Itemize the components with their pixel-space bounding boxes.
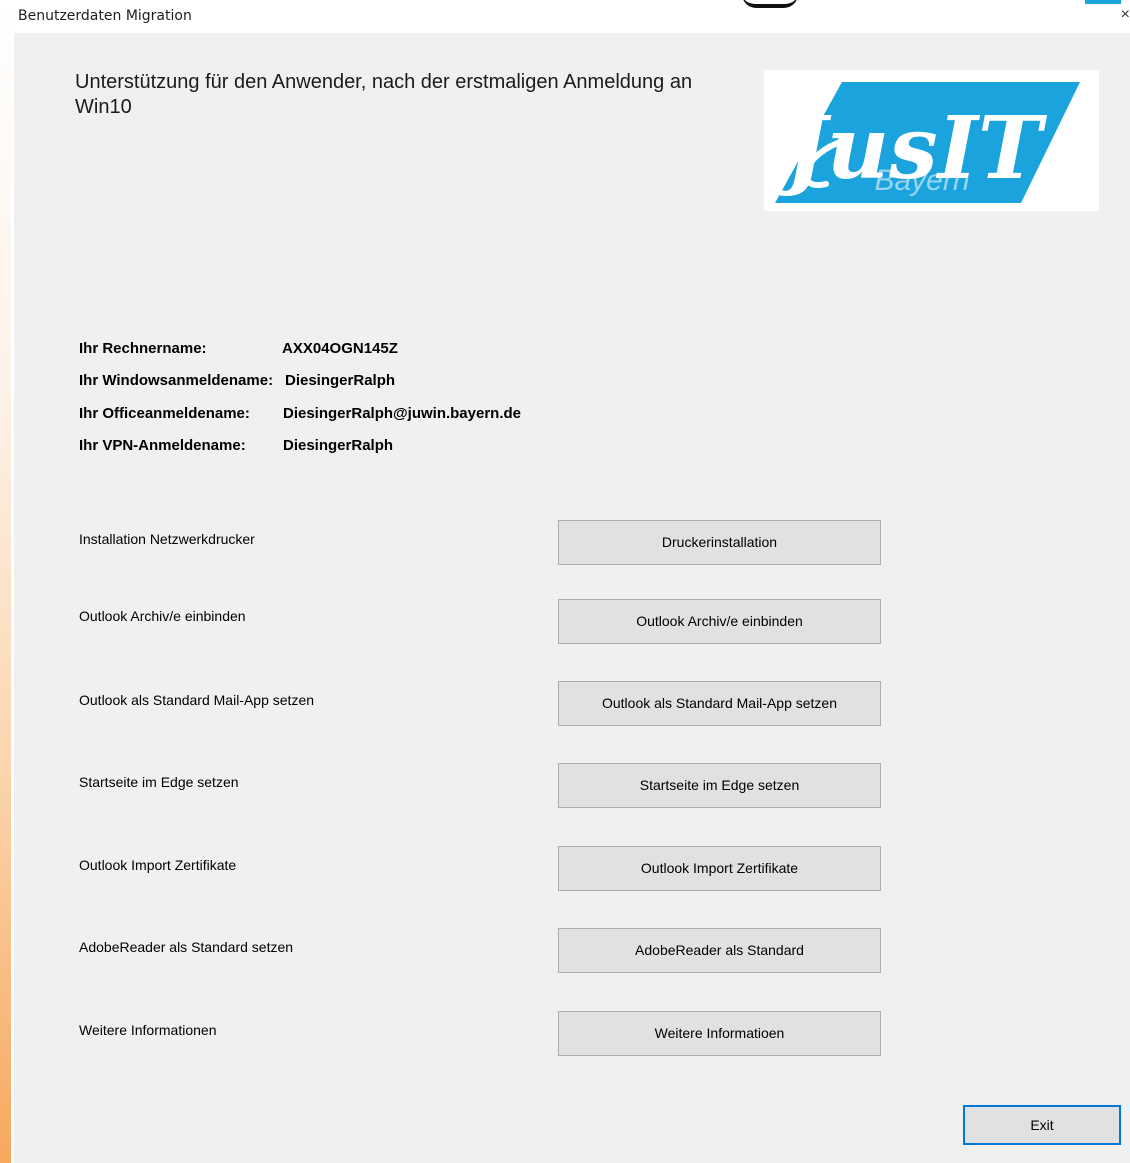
- info-value: DiesingerRalph@juwin.bayern.de: [283, 405, 522, 422]
- justit-logo-graphic: JusIT Bayern: [772, 82, 1080, 203]
- more-info-button[interactable]: Weitere Informatioen: [558, 1011, 881, 1056]
- action-label-outlook-default: Outlook als Standard Mail-App setzen: [79, 692, 315, 708]
- edge-homepage-button[interactable]: Startseite im Edge setzen: [558, 763, 881, 808]
- printer-install-button[interactable]: Druckerinstallation: [558, 520, 881, 565]
- page-heading: Unterstützung für den Anwender, nach der…: [75, 71, 693, 118]
- outlook-certificates-button[interactable]: Outlook Import Zertifikate: [558, 846, 881, 891]
- title-bar[interactable]: Benutzerdaten Migration ×: [11, 0, 1130, 33]
- justit-logo: JusIT Bayern: [764, 70, 1099, 211]
- action-label-outlook-archive: Outlook Archiv/e einbinden: [79, 608, 246, 624]
- outlook-archive-button[interactable]: Outlook Archiv/e einbinden: [558, 599, 881, 644]
- info-label: Ihr Windowsanmeldename:: [79, 372, 274, 389]
- window-title: Benutzerdaten Migration: [18, 8, 192, 24]
- action-label-edge-homepage: Startseite im Edge setzen: [79, 774, 239, 790]
- action-label-adobereader: AdobeReader als Standard setzen: [79, 939, 294, 955]
- action-label-outlook-certificates: Outlook Import Zertifikate: [79, 857, 237, 873]
- exit-button[interactable]: Exit: [963, 1105, 1121, 1145]
- form-client-area: Unterstützung für den Anwender, nach der…: [14, 33, 1130, 1163]
- info-value: DiesingerRalph: [283, 437, 394, 454]
- info-value: AXX04OGN145Z: [282, 340, 398, 357]
- close-icon[interactable]: ×: [1118, 4, 1130, 26]
- info-label: Ihr Officeanmeldename:: [79, 405, 250, 422]
- logo-subtext: Bayern: [874, 164, 969, 197]
- info-label: Ihr Rechnername:: [79, 340, 207, 357]
- info-value: DiesingerRalph: [285, 372, 396, 389]
- outlook-default-mail-button[interactable]: Outlook als Standard Mail-App setzen: [558, 681, 881, 726]
- background-window-fragment: [1085, 0, 1121, 4]
- info-label: Ihr VPN-Anmeldename:: [79, 437, 246, 454]
- adobereader-default-button[interactable]: AdobeReader als Standard: [558, 928, 881, 973]
- background-window-fragment: [742, 0, 798, 8]
- background-window-edge: [0, 0, 11, 1163]
- action-label-more-info: Weitere Informationen: [79, 1022, 217, 1038]
- action-label-printer: Installation Netzwerkdrucker: [79, 531, 255, 547]
